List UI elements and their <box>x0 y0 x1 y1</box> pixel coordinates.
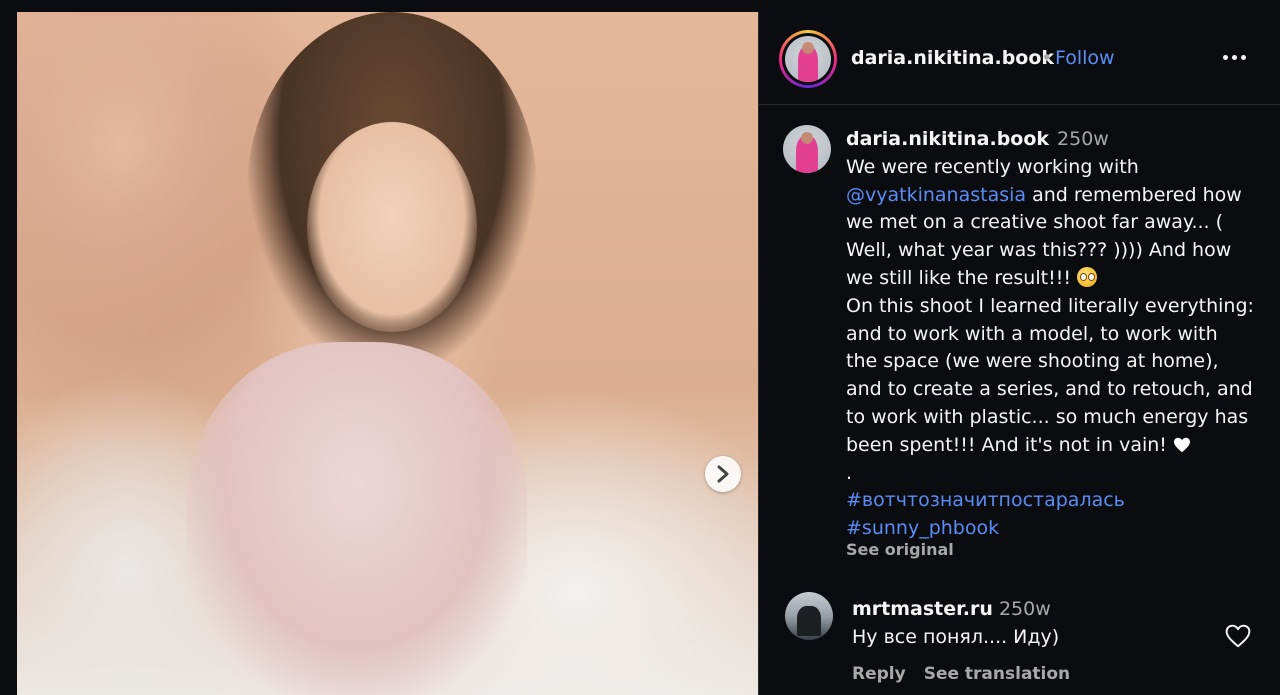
photo-face <box>307 122 477 332</box>
caption-line: to work with plastic... so much energy h… <box>846 405 1249 428</box>
see-original-link[interactable]: See original <box>846 540 954 559</box>
comment-actions: Reply See translation <box>852 664 1088 684</box>
post-sidebar: daria.nikitina.book • Follow daria.nikit… <box>758 12 1280 695</box>
post-caption: daria.nikitina.book 250w We were recently… <box>846 126 1266 543</box>
heart-outline-icon[interactable] <box>1225 624 1251 648</box>
author-avatar <box>785 36 831 82</box>
more-horizontal-icon <box>1222 54 1228 60</box>
white-heart-emoji-icon <box>1173 437 1190 453</box>
photo-arm <box>17 12 277 342</box>
caption-line: the space (we were shooting at home), <box>846 350 1219 373</box>
commenter-username[interactable]: mrtmaster.ru <box>852 598 993 620</box>
chevron-right-icon <box>717 465 729 483</box>
hashtag-link[interactable]: #вотчтозначитпостаралась <box>846 487 1266 515</box>
comment-text: Ну все понял.... Иду) <box>852 626 1060 648</box>
author-avatar-story-ring[interactable] <box>779 30 837 88</box>
next-image-button[interactable] <box>705 456 741 492</box>
caption-username[interactable]: daria.nikitina.book <box>846 128 1049 150</box>
author-username[interactable]: daria.nikitina.book <box>851 47 1054 69</box>
comment-timestamp[interactable]: 250w <box>999 598 1051 620</box>
commenter-avatar[interactable] <box>785 592 833 640</box>
caption-timestamp[interactable]: 250w <box>1057 128 1109 150</box>
see-translation-button[interactable]: See translation <box>924 664 1070 684</box>
caption-line: and remembered how <box>1026 183 1242 206</box>
caption-line: and to work with a model, to work with <box>846 322 1218 345</box>
caption-line: and to create a series, and to retouch, … <box>846 378 1253 401</box>
reply-button[interactable]: Reply <box>852 664 906 684</box>
caption-line: . <box>846 461 853 484</box>
caption-line: we met on a creative shoot far away... ( <box>846 211 1224 234</box>
follow-button[interactable]: Follow <box>1055 47 1115 69</box>
more-options-button[interactable] <box>1217 42 1251 72</box>
post-image <box>17 12 758 695</box>
caption-line: On this shoot I learned literally everyt… <box>846 294 1254 317</box>
caption-line: Well, what year was this??? )))) And how <box>846 239 1232 262</box>
caption-line: We were recently working with <box>846 155 1139 178</box>
caption-line: been spent!!! And it's not in vain! <box>846 433 1173 456</box>
mention-link[interactable]: @vyatkinanastasia <box>846 184 1026 206</box>
photo-body <box>187 342 527 695</box>
caption-line: we still like the result!!! <box>846 266 1077 289</box>
post-header: daria.nikitina.book • Follow <box>759 12 1280 105</box>
hashtag-link[interactable]: #sunny_phbook <box>846 515 1266 543</box>
comment-item: mrtmaster.ru 250w Ну все понял.... Иду) <box>852 595 1059 651</box>
header-separator: • <box>1041 47 1053 69</box>
flushed-face-emoji-icon <box>1076 266 1097 287</box>
caption-author-avatar[interactable] <box>783 125 831 173</box>
